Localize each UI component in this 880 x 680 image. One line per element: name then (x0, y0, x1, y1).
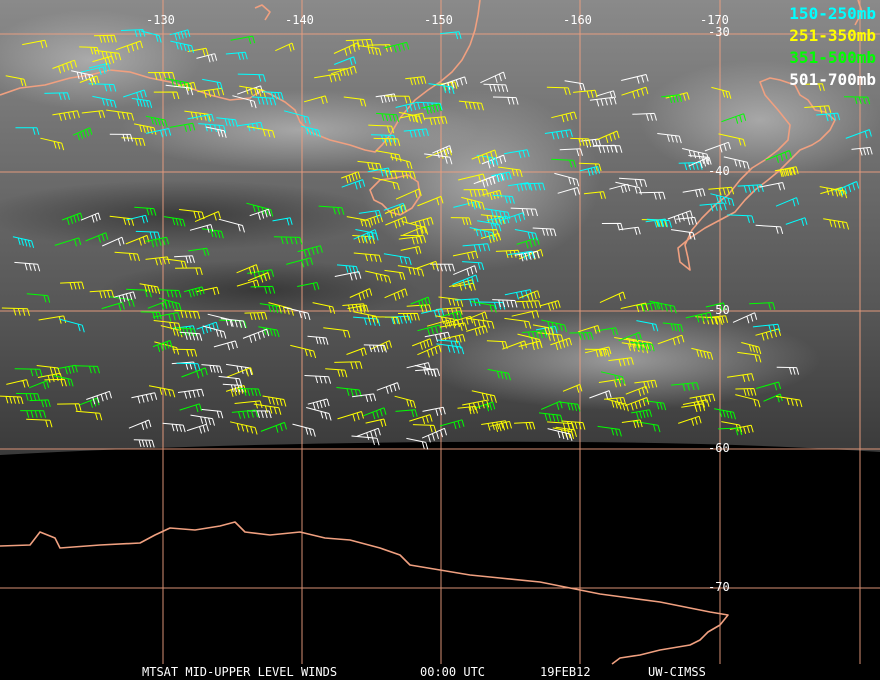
legend-item-501-700mb: 501-700mb (789, 70, 876, 89)
image-caption: MTSAT MID-UPPER LEVEL WINDS 00:00 UTC 19… (0, 664, 880, 680)
satellite-wind-map: -130 -140 -150 -160 -170 -30 -40 -50 -60… (0, 0, 880, 680)
longitude-label: -130 (146, 13, 175, 27)
map-canvas (0, 0, 880, 665)
legend-item-150-250mb: 150-250mb (789, 4, 876, 23)
longitude-label: -160 (563, 13, 592, 27)
latitude-label: -50 (708, 303, 730, 317)
valid-time: 00:00 UTC (420, 665, 486, 679)
latitude-label: -70 (708, 580, 730, 594)
source-label: UW-CIMSS (648, 665, 706, 679)
legend-item-351-500mb: 351-500mb (789, 48, 876, 67)
antarctica-coast (0, 521, 729, 665)
legend-item-251-350mb: 251-350mb (789, 26, 876, 45)
longitude-label: -150 (424, 13, 453, 27)
latitude-label: -30 (708, 25, 730, 39)
valid-date: 19FEB12 (540, 665, 591, 679)
product-name: MTSAT MID-UPPER LEVEL WINDS (142, 665, 338, 679)
latitude-label: -40 (708, 164, 730, 178)
latitude-label: -60 (708, 441, 730, 455)
longitude-label: -140 (285, 13, 314, 27)
